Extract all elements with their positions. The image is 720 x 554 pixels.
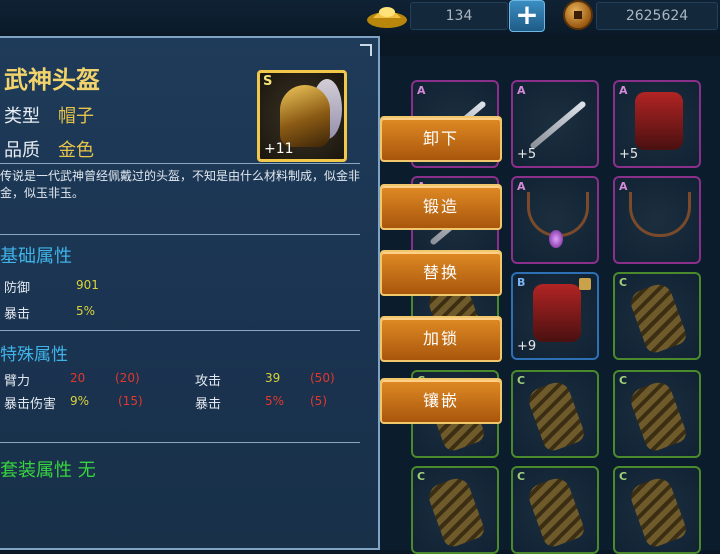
attr-bonus: (50) — [310, 371, 335, 385]
attr-value: 39 — [265, 371, 281, 385]
slot-grade: C — [517, 470, 526, 483]
divider — [0, 330, 360, 331]
inventory-slot[interactable]: B +9 — [511, 272, 599, 360]
attr-value: 5% — [76, 304, 96, 318]
inlay-button[interactable]: 镶嵌 — [380, 378, 502, 424]
inventory-slot[interactable]: C — [613, 466, 701, 554]
attr-name: 暴击 — [4, 307, 31, 322]
item-name: 武神头盔 — [4, 66, 100, 94]
slot-grade: B — [517, 276, 526, 289]
attr-name: 暴击伤害 — [4, 397, 57, 412]
lock-button[interactable]: 加锁 — [380, 316, 502, 362]
set-attr-title: 套装属性 — [0, 460, 72, 481]
slot-grade: C — [417, 470, 426, 483]
type-label: 类型 — [4, 106, 40, 127]
gem-icon — [549, 230, 563, 248]
inventory-slot[interactable]: A +5 — [613, 80, 701, 168]
set-attr-label: 套装属性 无 — [0, 456, 96, 482]
item-detail-panel: 武神头盔 类型 帽子 品质 金色 S +11 传说是一代武神曾经佩戴过的头盔，不… — [0, 36, 380, 550]
quality-label: 品质 — [4, 140, 40, 161]
gauntlet-icon — [627, 474, 689, 550]
inventory-slot[interactable]: C — [511, 370, 599, 458]
inventory-slot[interactable]: A — [511, 176, 599, 264]
slot-grade: A — [619, 180, 628, 193]
grade-badge: S — [263, 74, 273, 89]
replace-button[interactable]: 替换 — [380, 250, 502, 296]
attr-bonus: (20) — [115, 371, 140, 385]
slot-grade: C — [517, 374, 526, 387]
lock-icon — [579, 278, 591, 290]
type-value: 帽子 — [58, 106, 94, 127]
gauntlet-icon — [525, 474, 587, 550]
slot-grade: A — [619, 84, 628, 97]
set-attr-value: 无 — [77, 460, 96, 481]
gauntlet-icon — [627, 280, 689, 356]
inventory-slot[interactable]: A +5 — [511, 80, 599, 168]
necklace-icon — [629, 192, 691, 237]
quality-value: 金色 — [58, 140, 94, 161]
item-icon-frame: S +11 — [257, 70, 347, 162]
attr-name: 防御 — [4, 281, 31, 296]
slot-grade: A — [517, 84, 526, 97]
attr-bonus: (15) — [118, 394, 143, 408]
slot-level: +9 — [517, 339, 537, 354]
gold-ingot-icon — [365, 0, 409, 30]
ingot-amount: 134 — [410, 2, 508, 30]
add-ingot-button[interactable]: + — [509, 0, 545, 32]
attr-value: 901 — [76, 278, 99, 292]
slot-grade: C — [619, 276, 628, 289]
panel-corner-ornament — [360, 44, 372, 56]
attr-name: 暴击 — [195, 397, 222, 412]
gauntlet-icon — [627, 378, 689, 454]
divider — [0, 163, 360, 164]
armor-icon — [533, 284, 581, 342]
attr-name: 攻击 — [195, 374, 222, 389]
attr-value: 5% — [265, 394, 285, 408]
inventory-slot[interactable]: C — [411, 466, 499, 554]
gauntlet-icon — [425, 474, 487, 550]
sword-icon — [529, 100, 587, 150]
inventory-slot[interactable]: C — [613, 370, 701, 458]
coin-amount: 2625624 — [596, 2, 718, 30]
divider — [0, 442, 360, 443]
currency-bar: 134 + 2625624 — [0, 0, 720, 34]
enhance-level: +11 — [264, 141, 294, 157]
attr-name: 臂力 — [4, 374, 31, 389]
slot-level: +5 — [517, 147, 537, 162]
base-attr-title: 基础属性 — [0, 246, 72, 267]
attr-value: 20 — [70, 371, 86, 385]
slot-grade: A — [417, 84, 426, 97]
attr-value: 9% — [70, 394, 90, 408]
slot-level: +5 — [619, 147, 639, 162]
inventory-slot[interactable]: A — [613, 176, 701, 264]
unequip-button[interactable]: 卸下 — [380, 116, 502, 162]
armor-icon — [635, 92, 683, 150]
inventory-slot[interactable]: C — [511, 466, 599, 554]
inventory-slot[interactable]: C — [613, 272, 701, 360]
special-attr-title: 特殊属性 — [0, 345, 68, 365]
slot-grade: C — [619, 470, 628, 483]
slot-grade: C — [619, 374, 628, 387]
forge-button[interactable]: 锻造 — [380, 184, 502, 230]
attr-bonus: (5) — [310, 394, 327, 408]
divider — [0, 234, 360, 235]
copper-coin-icon — [563, 0, 593, 30]
item-description: 传说是一代武神曾经佩戴过的头盔，不知是由什么材料制成，似金非金，似玉非玉。 — [0, 169, 361, 200]
helmet-icon — [280, 85, 330, 147]
slot-grade: A — [517, 180, 526, 193]
gauntlet-icon — [525, 378, 587, 454]
